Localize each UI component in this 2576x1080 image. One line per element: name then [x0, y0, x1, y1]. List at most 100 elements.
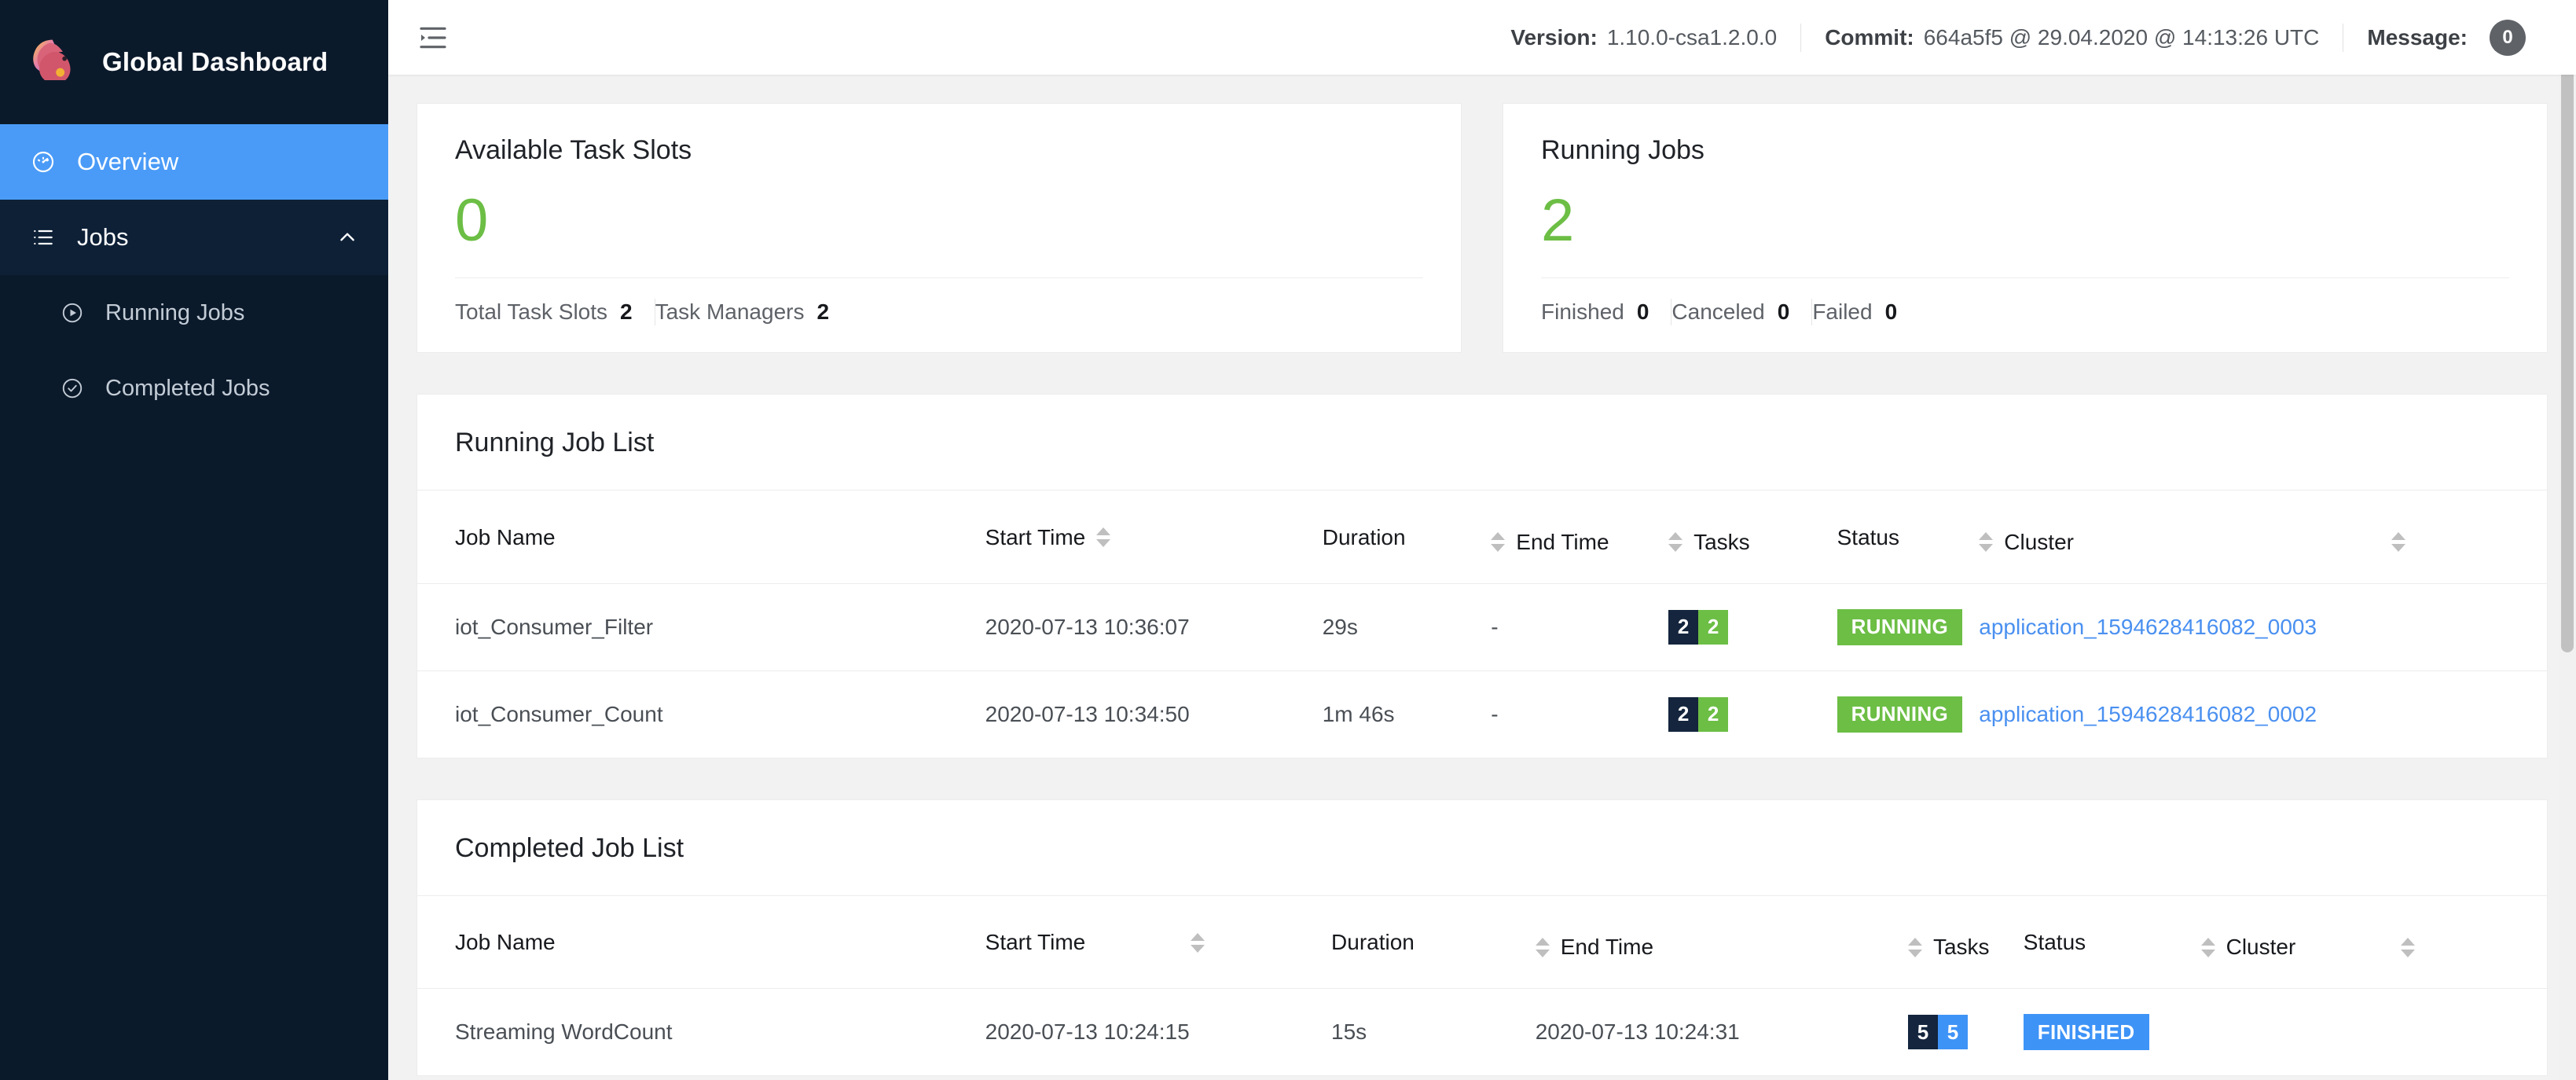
failed-stat: Failed 0: [1812, 299, 1919, 325]
col-status: Status: [2023, 895, 2201, 990]
tasks-badge: 5 5: [1907, 1015, 1968, 1050]
cell-cluster: application_1594628416082_0002: [1979, 670, 2547, 758]
sort-toggle-end-time[interactable]: [1907, 937, 1922, 957]
dashboard-gauge-icon: [30, 149, 57, 175]
total-task-slots-stat: Total Task Slots 2: [455, 299, 655, 325]
col-label: Cluster: [2226, 935, 2296, 960]
col-duration[interactable]: Duration: [1331, 895, 1536, 990]
finished-stat: Finished 0: [1541, 299, 1671, 325]
cell-status: RUNNING: [1837, 583, 1980, 671]
col-label: End Time: [1560, 935, 1654, 960]
sidebar-item-jobs[interactable]: Jobs: [0, 200, 388, 275]
col-cluster[interactable]: Cluster: [1979, 490, 2547, 584]
stat-label: Canceled: [1671, 299, 1765, 325]
sidebar: Global Dashboard Overview Jobs Running J…: [0, 0, 388, 1080]
col-start-time[interactable]: Start Time: [985, 895, 1332, 990]
table-row[interactable]: iot_Consumer_Count 2020-07-13 10:34:50 1…: [417, 670, 2547, 758]
stat-label: Failed: [1812, 299, 1873, 325]
cell-job-name: iot_Consumer_Count: [455, 701, 663, 726]
card-footer: Finished 0 Canceled 0 Failed 0: [1541, 299, 2509, 326]
table-header-row: Job Name Start Time Duration End Time Ta…: [417, 895, 2547, 990]
running-job-table: Job Name Start Time Duration End Time Ta…: [417, 490, 2547, 758]
cell-tasks: 2 2: [1668, 670, 1837, 758]
sidebar-item-running-jobs-label: Running Jobs: [105, 299, 245, 325]
tasks-badge: 2 2: [1668, 609, 1729, 645]
sort-toggle-status[interactable]: [1979, 532, 1994, 553]
sort-toggle-end-time[interactable]: [1668, 532, 1683, 553]
divider: [1541, 277, 2509, 279]
scrollbar-thumb[interactable]: [2561, 0, 2574, 652]
col-duration[interactable]: Duration: [1322, 490, 1492, 584]
running-jobs-card: Running Jobs 2 Finished 0 Canceled 0 Fai…: [1503, 103, 2548, 354]
table-header-row: Job Name Start Time Duration End Time Ta…: [417, 490, 2547, 584]
content-scroll-area: Available Task Slots 0 Total Task Slots …: [388, 75, 2576, 1080]
col-label: Status: [2023, 930, 2086, 955]
stat-label: Task Managers: [655, 299, 805, 325]
col-cluster[interactable]: Cluster: [2200, 895, 2547, 990]
completed-job-list-panel: Completed Job List Job Name Start Time D…: [416, 799, 2548, 1077]
status-badge: RUNNING: [1837, 696, 1963, 733]
cell-duration: 29s: [1322, 583, 1492, 671]
stat-value: 0: [1884, 299, 1898, 325]
version-info: Version: 1.10.0-csa1.2.0.0: [1487, 25, 1800, 50]
sort-toggle-start-time[interactable]: [1096, 527, 1111, 548]
play-circle-icon: [60, 300, 85, 325]
col-label: Start Time: [985, 524, 1086, 549]
chevron-up-icon[interactable]: [330, 227, 365, 248]
running-job-list-panel: Running Job List Job Name Start Time Dur…: [416, 394, 2548, 759]
col-tasks: Tasks: [1668, 490, 1837, 584]
table-row[interactable]: iot_Consumer_Filter 2020-07-13 10:36:07 …: [417, 583, 2547, 671]
cluster-link[interactable]: application_1594628416082_0002: [1979, 702, 2317, 726]
status-badge: FINISHED: [2023, 1014, 2149, 1051]
message-label: Message:: [2367, 24, 2468, 50]
cell-job-name: Streaming WordCount: [455, 1019, 673, 1045]
col-label: Duration: [1331, 930, 1415, 955]
vertical-scrollbar[interactable]: [2559, 0, 2576, 1080]
tasks-total: 2: [1668, 609, 1699, 645]
cell-tasks: 2 2: [1668, 583, 1837, 671]
completed-job-list-title: Completed Job List: [417, 800, 2547, 896]
message-count-badge[interactable]: 0: [2490, 19, 2526, 56]
app-root: Global Dashboard Overview Jobs Running J…: [0, 0, 2576, 1080]
sidebar-item-running-jobs[interactable]: Running Jobs: [0, 275, 388, 351]
table-row[interactable]: Streaming WordCount 2020-07-13 10:24:15 …: [417, 989, 2547, 1076]
col-end-time[interactable]: End Time: [1535, 895, 1908, 990]
sort-toggle-cluster[interactable]: [2391, 532, 2405, 553]
cell-start-time: 2020-07-13 10:36:07: [985, 583, 1323, 671]
cell-status: FINISHED: [2023, 989, 2201, 1076]
menu-fold-icon[interactable]: [415, 20, 451, 56]
check-circle-icon: [60, 376, 85, 401]
list-icon: [30, 224, 57, 251]
col-job-name: Job Name: [417, 490, 985, 584]
commit-info: Commit: 664a5f5 @ 29.04.2020 @ 14:13:26 …: [1801, 25, 2343, 50]
cell-job-name: iot_Consumer_Filter: [417, 583, 985, 671]
sidebar-item-completed-jobs-label: Completed Jobs: [105, 375, 270, 401]
col-start-time[interactable]: Start Time: [985, 490, 1323, 584]
cluster-link[interactable]: application_1594628416082_0003: [1979, 615, 2317, 639]
sidebar-item-completed-jobs[interactable]: Completed Jobs: [0, 351, 388, 426]
sidebar-item-overview-label: Overview: [77, 148, 179, 175]
stat-value: 2: [816, 299, 830, 325]
card-footer: Total Task Slots 2 Task Managers 2: [455, 299, 1423, 326]
col-tasks: Tasks: [1907, 895, 2024, 990]
cell-cluster: application_1594628416082_0003: [1979, 583, 2547, 671]
tasks-total: 2: [1668, 696, 1699, 732]
col-label: Tasks: [1693, 529, 1750, 554]
sort-toggle-start-time[interactable]: [1191, 932, 1205, 953]
cell-end-time: 2020-07-13 10:24:31: [1535, 1019, 1740, 1045]
running-jobs-value: 2: [1541, 187, 1575, 254]
message-info[interactable]: Message: 0: [2343, 19, 2549, 56]
sort-toggle-cluster[interactable]: [2401, 937, 2416, 957]
topbar-meta: Version: 1.10.0-csa1.2.0.0 Commit: 664a5…: [1487, 19, 2549, 56]
card-title: Running Jobs: [1541, 135, 1704, 165]
cell-duration: 1m 46s: [1322, 701, 1395, 726]
sort-toggle-duration[interactable]: [1535, 937, 1550, 957]
main-area: Version: 1.10.0-csa1.2.0.0 Commit: 664a5…: [388, 0, 2576, 1080]
sort-toggle-status[interactable]: [2200, 937, 2215, 957]
sidebar-item-overview[interactable]: Overview: [0, 124, 388, 200]
sidebar-item-jobs-label: Jobs: [77, 223, 129, 251]
col-label: Tasks: [1932, 935, 1990, 960]
col-label: Status: [1837, 524, 1900, 549]
col-end-time[interactable]: End Time: [1491, 490, 1669, 584]
sort-toggle-duration[interactable]: [1491, 532, 1506, 553]
